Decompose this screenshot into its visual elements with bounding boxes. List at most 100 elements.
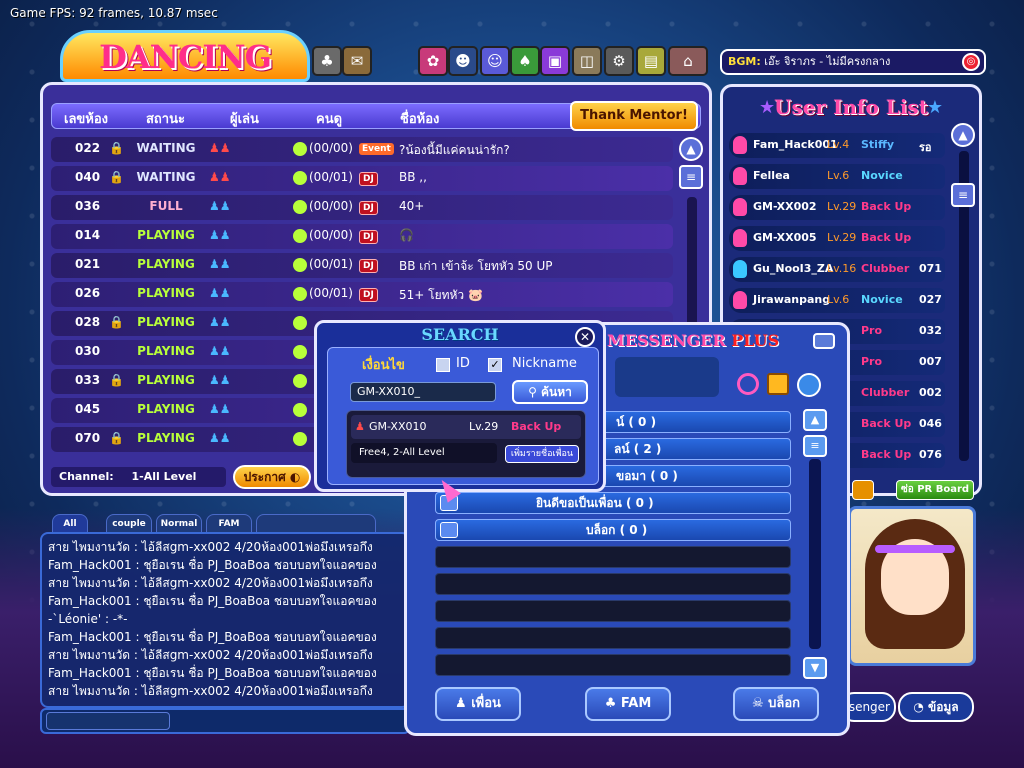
header-audience: คนดู: [316, 112, 343, 127]
record-icon[interactable]: ◎: [962, 53, 980, 71]
players-icon: ♟♟: [209, 402, 231, 416]
friend-button[interactable]: ♟ เพื่อน: [435, 687, 521, 721]
next-icon[interactable]: [852, 480, 874, 500]
friend-icon: ♟: [455, 696, 472, 711]
room-tag-badge: Event: [359, 143, 394, 155]
user-row[interactable]: GM-XX002 Lv.29 Back Up: [729, 195, 945, 220]
photo-icon[interactable]: ◫: [572, 46, 602, 76]
search-body: เงื่อนไข ID ✓ Nickname GM-XX010_ ⚲ ค้นหา…: [327, 347, 599, 485]
search-input[interactable]: GM-XX010_: [350, 382, 496, 402]
gear-icon[interactable]: [797, 373, 821, 397]
user-row[interactable]: Jirawanpang Lv.6 Novice 027: [729, 288, 945, 313]
user-avatar-icon: [733, 136, 747, 154]
smile-icon: [293, 258, 307, 272]
players-icon: ♟♟: [209, 431, 231, 445]
room-row[interactable]: 026 PLAYING ♟♟ (00/01) DJ 51+ โยทหัว 🐷: [51, 282, 673, 307]
friend-slot[interactable]: [435, 600, 791, 622]
user-level: Lv.29: [827, 231, 857, 244]
user-title: Stiffy: [861, 138, 895, 151]
block-button[interactable]: ☠ บล็อก: [733, 687, 819, 721]
user-row[interactable]: Fam_Hack001 Lv.4 Stiffy รอ: [729, 133, 945, 158]
player-avatar: [848, 506, 976, 666]
room-row[interactable]: 022 WAITING 🔒 ♟♟ (00/00) Event ?น้องนี้มีแค่คน…: [51, 137, 673, 162]
nickname-checkbox[interactable]: ✓: [488, 358, 502, 372]
room-number: 045: [75, 402, 101, 416]
scroll-thumb[interactable]: ≡: [951, 183, 975, 207]
minimize-button[interactable]: [813, 333, 835, 349]
thank-mentor-button[interactable]: Thank Mentor!: [570, 101, 698, 131]
chat-line: สาย ไพมงานวัด : ไอ้ลีสgm-xx002 4/20ห้อง0…: [48, 576, 373, 590]
shadow-icon[interactable]: ☻: [448, 46, 478, 76]
tab-all[interactable]: All: [52, 514, 88, 534]
settings-icon[interactable]: ⚙: [604, 46, 634, 76]
announce-button[interactable]: ประกาศ ◐: [233, 465, 311, 489]
players-icon: ♟♟: [209, 257, 231, 271]
scroll-up-icon[interactable]: ▲: [803, 409, 827, 431]
book-icon[interactable]: ▤: [636, 46, 666, 76]
friend-slot[interactable]: [435, 654, 791, 676]
user-scrollbar[interactable]: ▲ ≡: [951, 123, 979, 473]
friend-slot[interactable]: [435, 573, 791, 595]
room-row[interactable]: 036 FULL ♟♟ (00/00) DJ 40+: [51, 195, 673, 220]
fam-button[interactable]: ♣ FAM: [585, 687, 671, 721]
fam-icon: ♣: [604, 696, 621, 711]
tab-fam[interactable]: FAM: [206, 514, 252, 534]
user-row[interactable]: Fellea Lv.6 Novice: [729, 164, 945, 189]
players-icon: ♟♟: [209, 286, 231, 300]
search-button[interactable]: ⚲ ค้นหา: [512, 380, 588, 404]
user-title: Clubber: [861, 262, 910, 275]
family-icon[interactable]: ♣: [312, 46, 342, 76]
header-status: สถานะ: [146, 112, 185, 127]
tab-normal[interactable]: Normal: [156, 514, 202, 534]
scroll-icon[interactable]: ✉: [342, 46, 372, 76]
room-name: ?น้องนี้มีแค่คนน่ารัก?: [399, 143, 510, 157]
room-row[interactable]: 014 PLAYING ♟♟ (00/00) DJ 🎧: [51, 224, 673, 249]
tab-couple[interactable]: couple: [106, 514, 152, 534]
friend-slot[interactable]: [435, 627, 791, 649]
players-icon: ♟♟: [209, 344, 231, 358]
audience-count: (00/01): [309, 257, 353, 271]
fps-counter: Game FPS: 92 frames, 10.87 msec: [10, 6, 218, 20]
info-label: ข้อมูล: [927, 700, 959, 714]
ghost-icon[interactable]: ☺: [480, 46, 510, 76]
pr-board-button[interactable]: ซ่อ PR Board: [896, 480, 974, 500]
scroll-down-icon[interactable]: ▼: [803, 657, 827, 679]
scroll-thumb[interactable]: ≡: [803, 435, 827, 457]
user-room: 046: [919, 417, 942, 430]
result-row[interactable]: ♟ GM-XX010 Lv.29 Back Up: [351, 415, 581, 439]
messenger-scrollbar[interactable]: ▲ ≡ ▼: [803, 409, 829, 679]
user-title: Novice: [861, 169, 903, 182]
room-row[interactable]: 040 WAITING 🔒 ♟♟ (00/01) DJ BB ,,: [51, 166, 673, 191]
tv-icon[interactable]: ▣: [540, 46, 570, 76]
close-icon[interactable]: ✕: [575, 327, 595, 347]
leaf-icon[interactable]: ♠: [510, 46, 540, 76]
mail-icon[interactable]: [767, 373, 789, 395]
shop-icon[interactable]: ⌂: [668, 46, 708, 76]
room-number: 022: [75, 141, 101, 155]
user-row[interactable]: GM-XX005 Lv.29 Back Up: [729, 226, 945, 251]
add-friend-button[interactable]: เพิ่มรายชื่อเพื่อน: [505, 445, 579, 463]
room-status: PLAYING: [137, 402, 195, 416]
room-number: 014: [75, 228, 101, 242]
category-label: น์ ( 0 ): [616, 415, 657, 429]
category-blocked[interactable]: บล็อก ( 0 ): [435, 519, 791, 541]
room-status: WAITING: [136, 141, 196, 155]
audience-count: (00/01): [309, 286, 353, 300]
user-title: Clubber: [861, 386, 910, 399]
scroll-up-icon[interactable]: ▲: [679, 137, 703, 161]
chat-target-field[interactable]: [46, 712, 170, 730]
scroll-up-icon[interactable]: ▲: [951, 123, 975, 147]
id-checkbox[interactable]: [436, 358, 450, 372]
info-button[interactable]: ◔ ข้อมูล: [898, 692, 974, 722]
category-accept[interactable]: ยินดีขอเป็นเพื่อน ( 0 ): [435, 492, 791, 514]
search-icon[interactable]: [737, 373, 759, 395]
user-title: Back Up: [861, 200, 912, 213]
friend-slot[interactable]: [435, 546, 791, 568]
room-row[interactable]: 021 PLAYING ♟♟ (00/01) DJ BB เก่า เข้าจ้ะ โยท…: [51, 253, 673, 278]
scroll-track[interactable]: [809, 459, 821, 649]
chat-icon: ◔: [913, 700, 928, 714]
gift-icon[interactable]: ✿: [418, 46, 448, 76]
scroll-thumb[interactable]: ≡: [679, 165, 703, 189]
user-row[interactable]: Gu_NooI3_ZA Lv.16 Clubber 071: [729, 257, 945, 282]
chat-line: Fam_Hack001 : ชุยือเรน ชื่อ PJ_BoaBoa ชอ…: [48, 558, 377, 572]
